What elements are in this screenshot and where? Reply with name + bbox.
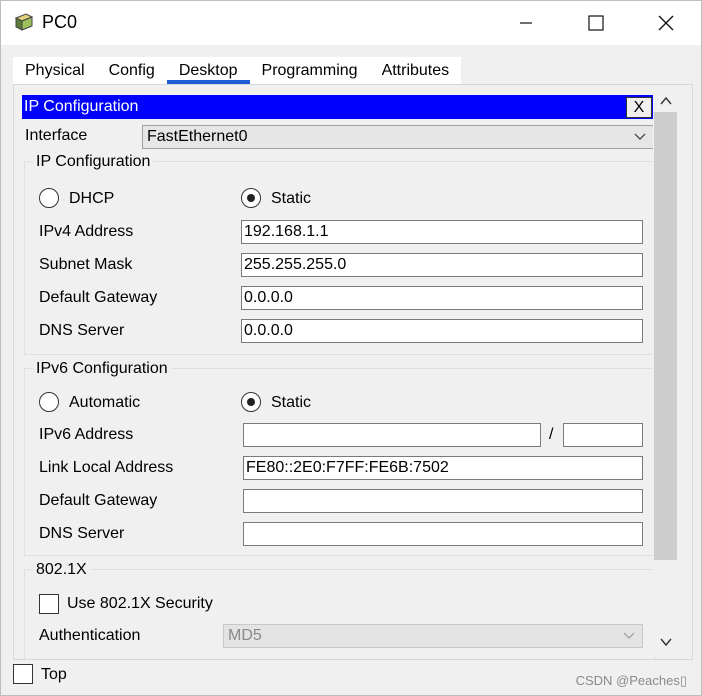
ipv4-address-field[interactable]: 192.168.1.1 <box>241 220 643 244</box>
ipv4-default-gateway-field[interactable]: 0.0.0.0 <box>241 286 643 310</box>
ipv6-default-gateway-field[interactable] <box>243 489 643 513</box>
ipv6-config-group: IPv6 Configuration Automatic Static IPv6… <box>24 360 656 556</box>
automatic-radio[interactable] <box>39 392 59 412</box>
link-local-field[interactable]: FE80::2E0:F7FF:FE6B:7502 <box>243 456 643 480</box>
top-label: Top <box>41 666 67 683</box>
authentication-label: Authentication <box>39 627 141 644</box>
dhcp-radio[interactable] <box>39 188 59 208</box>
use-8021x-checkbox[interactable] <box>39 594 59 614</box>
subnet-mask-field[interactable]: 255.255.255.0 <box>241 253 643 277</box>
tab-programming[interactable]: Programming <box>250 57 370 84</box>
ipv4-static-label: Static <box>271 190 312 207</box>
minimize-button[interactable] <box>503 1 549 45</box>
desktop-panel: IP Configuration X Interface FastEtherne… <box>13 84 693 660</box>
interface-select[interactable]: FastEthernet0 <box>142 125 654 149</box>
link-local-label: Link Local Address <box>39 459 174 476</box>
ipv4-config-group: IP Configuration DHCP Static IPv4 Addres… <box>24 153 656 355</box>
vertical-scrollbar[interactable] <box>653 90 679 657</box>
ipv6-static-label: Static <box>271 394 312 411</box>
ipv6-address-field[interactable] <box>243 423 541 447</box>
ipv6-dns-server-label: DNS Server <box>39 525 125 542</box>
dot1x-group: 802.1X Use 802.1X Security Authenticatio… <box>24 561 656 659</box>
pc-app-icon <box>14 13 34 31</box>
chevron-down-icon <box>634 133 646 140</box>
ipv4-group-title: IP Configuration <box>33 153 154 171</box>
tab-desktop[interactable]: Desktop <box>166 57 250 84</box>
ipv6-group-title: IPv6 Configuration <box>33 360 171 378</box>
ipv4-default-gateway-label: Default Gateway <box>39 289 158 306</box>
minimize-icon <box>520 22 532 24</box>
close-icon <box>658 15 674 31</box>
tab-bar: Physical Config Desktop Programming Attr… <box>13 57 462 84</box>
dot1x-group-title: 802.1X <box>33 561 90 579</box>
ipv4-address-label: IPv4 Address <box>39 223 134 240</box>
ip-config-header: IP Configuration X <box>22 95 654 119</box>
scroll-down-arrow-icon[interactable] <box>659 636 673 648</box>
tab-physical[interactable]: Physical <box>13 57 97 84</box>
ip-config-header-title: IP Configuration <box>24 98 139 115</box>
authentication-select[interactable]: MD5 <box>223 624 643 648</box>
ipv6-address-label: IPv6 Address <box>39 426 134 443</box>
ipv6-default-gateway-label: Default Gateway <box>39 492 158 509</box>
prefix-separator: / <box>549 426 554 443</box>
window-title: PC0 <box>42 12 78 32</box>
scroll-up-arrow-icon[interactable] <box>659 95 673 107</box>
authentication-value: MD5 <box>228 627 262 644</box>
close-window-button[interactable] <box>643 1 689 45</box>
use-8021x-label: Use 802.1X Security <box>67 595 213 612</box>
ipv4-dns-server-field[interactable]: 0.0.0.0 <box>241 319 643 343</box>
top-checkbox[interactable] <box>13 664 33 684</box>
tab-attributes[interactable]: Attributes <box>370 57 462 84</box>
ipv6-prefix-length-field[interactable] <box>563 423 643 447</box>
subnet-mask-label: Subnet Mask <box>39 256 133 273</box>
ipv4-dns-server-label: DNS Server <box>39 322 125 339</box>
tab-config[interactable]: Config <box>97 57 167 84</box>
scrollbar-thumb[interactable] <box>654 112 677 560</box>
watermark-text: CSDN @Peaches▯ <box>575 673 687 688</box>
ipv6-dns-server-field[interactable] <box>243 522 643 546</box>
app-window: PC0 Physical Config Desktop Programming … <box>0 0 702 696</box>
title-bar: PC0 <box>1 1 701 45</box>
automatic-label: Automatic <box>69 394 141 411</box>
chevron-down-icon <box>623 632 635 639</box>
maximize-icon <box>588 15 604 31</box>
interface-value: FastEthernet0 <box>147 128 248 145</box>
dhcp-label: DHCP <box>69 190 115 207</box>
ipv4-static-radio[interactable] <box>241 188 261 208</box>
interface-label: Interface <box>25 127 88 144</box>
ip-config-close-button[interactable]: X <box>626 97 652 118</box>
ipv6-static-radio[interactable] <box>241 392 261 412</box>
maximize-button[interactable] <box>573 1 619 45</box>
